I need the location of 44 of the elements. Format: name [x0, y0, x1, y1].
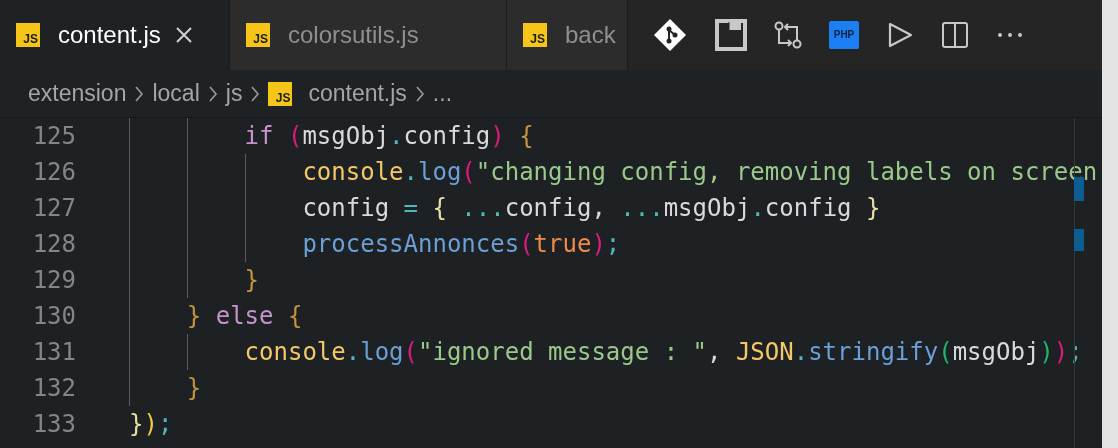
code-line: config = { ...config, ...msgObj.config } — [129, 190, 881, 226]
code-line: processAnnonces(true); — [129, 226, 621, 262]
tab-label: content.js — [58, 20, 161, 50]
editor-tab[interactable]: JS back — [507, 0, 628, 70]
js-file-icon: JS — [523, 23, 547, 47]
js-file-icon: JS — [268, 81, 293, 106]
breadcrumb-item[interactable]: extension — [28, 76, 127, 111]
line-number: 132 — [31, 373, 76, 404]
code-line: } — [129, 370, 202, 406]
php-file-icon[interactable]: PHP — [829, 21, 859, 49]
code-line: console.log("changing config, removing labels on screen — [129, 154, 1098, 190]
chevron-icon — [414, 84, 425, 103]
code-line: } else { — [129, 298, 303, 334]
square-icon[interactable] — [715, 19, 747, 51]
line-number: 133 — [31, 409, 76, 440]
breadcrumb-item[interactable]: local — [152, 76, 200, 111]
chevron-icon — [134, 84, 145, 103]
chevron-icon — [207, 84, 218, 103]
line-number: 131 — [31, 337, 76, 368]
code-line: } — [129, 262, 260, 298]
close-icon[interactable] — [174, 26, 193, 44]
tab-label: colorsutils.js — [288, 20, 419, 50]
breadcrumb-item[interactable]: ... — [432, 76, 453, 111]
breadcrumb-item[interactable]: js — [225, 76, 243, 111]
line-number: 125 — [31, 121, 76, 152]
split-editor-icon[interactable] — [941, 21, 969, 49]
line-number: 127 — [31, 193, 76, 224]
code-line: }); — [129, 409, 173, 440]
play-icon[interactable] — [886, 21, 914, 49]
code-line: if (msgObj.config) { — [129, 118, 534, 154]
change-marker — [1074, 229, 1084, 251]
js-file-icon: JS — [246, 23, 270, 47]
chevron-icon — [250, 84, 261, 103]
line-number: 128 — [31, 229, 76, 260]
line-number: 130 — [31, 301, 76, 332]
breadcrumb-item[interactable]: content.js — [308, 76, 407, 111]
line-number: 126 — [31, 157, 76, 188]
js-file-icon: JS — [16, 23, 40, 47]
editor-tab[interactable]: JS content.js — [0, 0, 230, 70]
line-number: 129 — [31, 265, 76, 296]
tab-label: back — [565, 20, 616, 50]
compare-icon[interactable] — [774, 21, 802, 49]
git-icon[interactable] — [652, 17, 688, 53]
editor-tab[interactable]: JS colorsutils.js — [230, 0, 507, 70]
